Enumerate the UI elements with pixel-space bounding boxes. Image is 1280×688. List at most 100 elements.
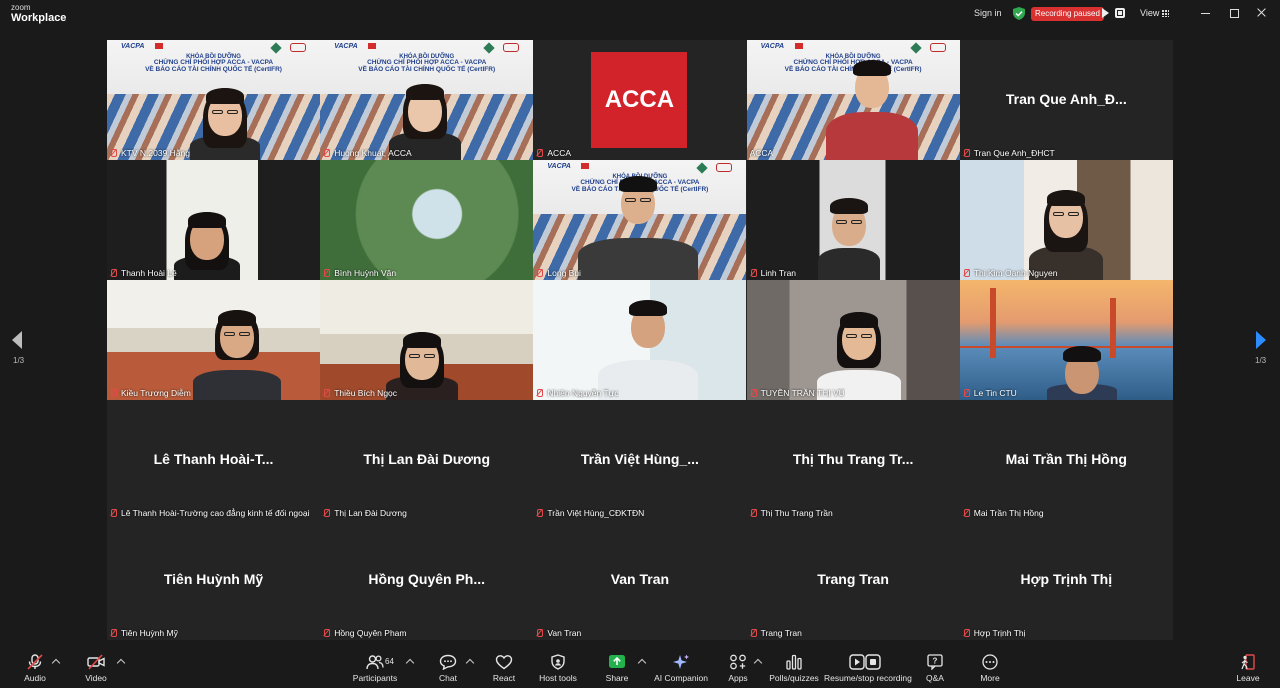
participant-name-label: Le Tin CTU — [963, 388, 1017, 398]
audio-button[interactable]: Audio — [24, 648, 46, 688]
logo-line2: Workplace — [11, 12, 67, 24]
participant-tile[interactable]: Bình Huỳnh Văn — [320, 160, 534, 280]
share-options-chevron-up-icon[interactable] — [637, 658, 647, 668]
participant-tile[interactable]: TUYỀN TRẦN THỊ VŨ — [746, 280, 960, 400]
participant-name-label: Thanh Hoài Lê — [110, 268, 177, 278]
participant-display-name: Thị Thu Trang Tr... — [792, 451, 914, 467]
minimize-icon[interactable] — [1198, 6, 1214, 20]
participant-name: TUYỀN TRẦN THỊ VŨ — [760, 388, 845, 398]
participant-tile[interactable]: Van Tran Van Tran — [533, 520, 747, 640]
participant-name: KTV N.2039 Hằng — [121, 148, 190, 158]
participant-tile[interactable]: Lê Thanh Hoài-T... Lê Thanh Hoài-Trường c… — [107, 400, 320, 520]
participant-name-label: Tiên Huỳnh Mỹ — [110, 628, 178, 638]
participant-name: Thị Lan Đài Dương — [334, 508, 407, 518]
leave-icon — [1241, 654, 1255, 670]
host-tools-button[interactable]: Host tools — [539, 648, 577, 688]
participant-video-figure — [747, 160, 960, 280]
leave-label: Leave — [1236, 673, 1260, 683]
participant-tile[interactable]: Trang Tran Trang Tran — [746, 520, 960, 640]
ai-companion-button[interactable]: AI Companion — [654, 648, 708, 688]
apps-icon — [730, 654, 746, 670]
logo-line1: zoom — [11, 3, 31, 12]
participant-tile[interactable]: VACPAKHÓA BỒI DƯỠNGCHỨNG CHỈ PHỐI HỢP AC… — [320, 40, 534, 160]
participant-video-figure — [320, 280, 533, 400]
qa-button[interactable]: ? Q&A — [924, 648, 946, 688]
participants-button[interactable]: Participants — [353, 648, 397, 688]
grid-view-icon[interactable] — [1161, 9, 1169, 17]
video-label: Video — [85, 673, 107, 683]
participant-name-label: Nhiên Nguyễn Tực — [536, 388, 619, 398]
mic-muted-icon — [536, 629, 544, 637]
participant-tile[interactable]: ACCA ACCA — [533, 40, 747, 160]
apps-button[interactable]: Apps — [727, 648, 749, 688]
participants-options-chevron-up-icon[interactable] — [405, 658, 415, 668]
participant-display-name: Trang Tran — [817, 571, 889, 587]
participant-tile[interactable]: Tiên Huỳnh Mỹ Tiên Huỳnh Mỹ — [107, 520, 320, 640]
stop-recording-icon[interactable] — [1115, 8, 1125, 18]
participant-tile[interactable]: Le Tin CTU — [959, 280, 1173, 400]
mic-muted-icon — [110, 149, 117, 157]
participant-name: Le Tin CTU — [973, 388, 1017, 398]
react-button[interactable]: React — [493, 648, 515, 688]
chat-button[interactable]: Chat — [437, 648, 459, 688]
participant-name: Lê Thanh Hoài-Trường cao đẳng kinh tế đố… — [121, 508, 310, 518]
mic-muted-icon — [110, 269, 117, 277]
shield-check-icon[interactable] — [1013, 7, 1025, 20]
participant-tile[interactable]: Thi Kim Oanh Nguyen — [959, 160, 1173, 280]
participant-display-name: Lê Thanh Hoài-T... — [153, 451, 274, 467]
mic-muted-icon — [963, 509, 970, 517]
participant-tile[interactable]: Hồng Quyên Ph... Hồng Quyên Pham — [320, 520, 534, 640]
close-icon[interactable] — [1254, 6, 1270, 20]
mic-muted-icon — [963, 149, 970, 157]
participant-tile[interactable]: Linh Tran — [746, 160, 960, 280]
audio-options-chevron-up-icon[interactable] — [51, 658, 61, 668]
participant-name: Mai Trần Thị Hồng — [973, 508, 1044, 518]
participant-tile[interactable]: VACPAKHÓA BỒI DƯỠNGCHỨNG CHỈ PHỐI HỢP AC… — [746, 40, 960, 160]
participant-display-name: Tran Que Anh_Đ... — [1005, 91, 1127, 107]
view-button[interactable]: View — [1140, 8, 1159, 18]
resume-stop-recording-icon — [849, 654, 881, 670]
video-button[interactable]: Video — [85, 648, 107, 688]
chat-options-chevron-up-icon[interactable] — [465, 658, 475, 668]
participant-tile[interactable]: Trần Việt Hùng_... Trần Việt Hùng_CĐKTĐN — [533, 400, 747, 520]
mic-muted-icon — [750, 629, 757, 637]
participant-video-figure — [533, 160, 746, 280]
polls-quizzes-button[interactable]: Polls/quizzes — [769, 648, 819, 688]
apps-options-chevron-up-icon[interactable] — [753, 658, 763, 668]
participant-tile[interactable]: Thiều Bích Ngọc — [320, 280, 534, 400]
participant-name-label: Thị Lan Đài Dương — [323, 508, 407, 518]
leave-button[interactable]: Leave — [1236, 648, 1260, 688]
previous-page-icon[interactable] — [12, 331, 22, 349]
participant-name: Kiều Trương Diễm — [121, 388, 191, 398]
resume-stop-recording-button[interactable]: Resume/stop recording — [824, 648, 912, 688]
participant-tile[interactable]: Nhiên Nguyễn Tực — [533, 280, 747, 400]
participant-tile[interactable]: Tran Que Anh_Đ... Tran Que Anh_ĐHCT — [959, 40, 1173, 160]
participant-tile[interactable]: Hợp Trịnh Thị Hợp Trịnh Thị — [959, 520, 1173, 640]
share-screen-icon — [609, 655, 625, 668]
participant-display-name: Van Tran — [610, 571, 670, 587]
mic-muted-icon — [536, 389, 544, 397]
mic-muted-icon — [963, 269, 970, 277]
participant-tile[interactable]: Thanh Hoài Lê — [107, 160, 320, 280]
participant-tile[interactable]: VACPAKHÓA BỒI DƯỠNGCHỨNG CHỈ PHỐI HỢP AC… — [107, 40, 320, 160]
gallery-view: VACPA KHÓA BỒI DƯỠNG CHỨNG CHỈ PHỐI HỢP AC… — [107, 40, 1173, 640]
acca-logo: ACCA — [591, 52, 688, 148]
participant-tile[interactable]: Thị Thu Trang Tr... Thị Thu Trang Trần — [746, 400, 960, 520]
participant-name-label: Mai Trần Thị Hồng — [963, 508, 1044, 518]
share-button[interactable]: Share — [606, 648, 628, 688]
sign-in-link[interactable]: Sign in — [974, 8, 1002, 18]
participant-display-name: Trần Việt Hùng_... — [580, 451, 699, 467]
participant-name-label: Tran Que Anh_ĐHCT — [963, 148, 1055, 158]
restore-icon[interactable] — [1226, 6, 1242, 20]
next-page-icon[interactable] — [1256, 331, 1266, 349]
mic-muted-icon — [110, 389, 117, 397]
participant-tile[interactable]: VACPAKHÓA BỒI DƯỠNGCHỨNG CHỈ PHỐI HỢP AC… — [533, 160, 747, 280]
more-button[interactable]: More — [979, 648, 1001, 688]
video-options-chevron-up-icon[interactable] — [116, 658, 126, 668]
participant-tile[interactable]: Thị Lan Đài Dương Thị Lan Đài Dương — [320, 400, 534, 520]
participant-tile[interactable]: Mai Trần Thị Hồng Mai Trần Thị Hồng — [959, 400, 1173, 520]
participant-name: Tiên Huỳnh Mỹ — [121, 628, 178, 638]
resume-recording-icon[interactable] — [1102, 8, 1109, 18]
participant-name-label: KTV N.2039 Hằng — [110, 148, 190, 158]
participant-tile[interactable]: Kiều Trương Diễm — [107, 280, 320, 400]
